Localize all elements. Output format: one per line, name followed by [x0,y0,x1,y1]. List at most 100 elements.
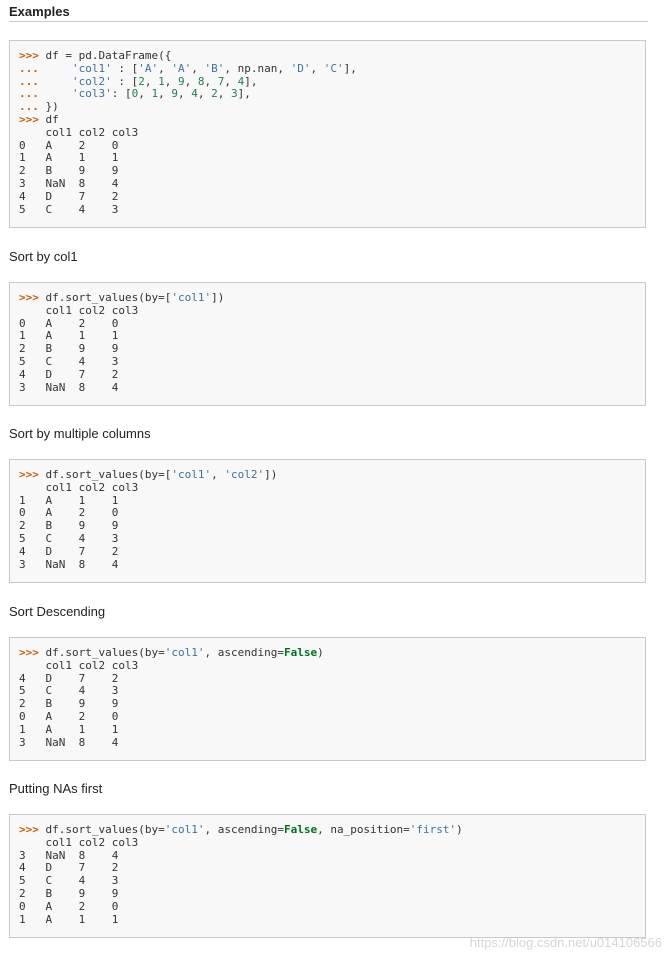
code-token-str: 'D' [290,61,311,75]
code-token-prompt: ... [19,100,39,114]
code-token: col1 col2 col3 [19,480,139,494]
code-line: 1 A 1 1 [19,912,645,927]
code-token: 1 A 1 1 [19,151,119,165]
code-line: 5 C 4 3 [19,202,645,217]
code-token: ) [456,823,463,836]
code-token: df.sort_values(by= [38,646,165,659]
section-heading: Examples [9,4,70,19]
code-token-prompt: >>> [19,468,39,481]
code-token: 0 A 2 0 [19,506,119,520]
code-token: 4 D 7 2 [19,189,119,203]
description-nas-first: Putting NAs first [9,781,103,796]
code-token: , [138,87,152,101]
code-token: }) [38,100,59,114]
code-token-num: 8 [197,74,205,88]
code-block-create-dataframe[interactable]: >>> df = pd.DataFrame({... 'col1' : ['A'… [9,40,646,228]
code-token-prompt: ... [19,61,39,75]
code-token: ], [237,87,251,101]
code-text[interactable]: >>> df.sort_values(by='col1', ascending=… [10,638,645,749]
code-token: , [217,87,231,101]
code-token: 1 A 1 1 [19,722,119,736]
code-token-str: 'B' [204,61,225,75]
code-token: 5 C 4 3 [19,202,119,216]
code-token-str: 'col1' [171,468,212,481]
code-token-str: 'A' [171,61,192,75]
code-block-sort-descending[interactable]: >>> df.sort_values(by='col1', ascending=… [9,637,646,761]
code-text[interactable]: >>> df = pd.DataFrame({... 'col1' : ['A'… [10,41,645,216]
code-token-prompt: >>> [19,823,39,836]
code-token: col1 col2 col3 [19,125,139,139]
code-token-prompt: >>> [19,112,39,126]
code-token-kw: False [283,823,318,836]
code-token: 3 NaN 8 4 [19,380,119,394]
code-token: ], [244,74,258,88]
code-token: , [158,61,172,75]
code-token: 4 D 7 2 [19,861,119,875]
code-token: , [144,74,159,88]
code-token: 5 C 4 3 [19,874,119,888]
code-token: : [ [111,74,139,88]
code-token: : [ [111,87,132,101]
code-token: df.sort_values(by=[ [38,291,172,304]
code-token: 3 NaN 8 4 [19,176,119,190]
code-token: 2 B 9 9 [19,519,119,533]
code-token-num: 3 [231,87,238,101]
code-token: 0 A 2 0 [19,138,119,152]
code-token: 2 B 9 9 [19,164,119,178]
code-token: 5 C 4 3 [19,354,119,368]
code-token-num: 2 [138,74,145,88]
code-token-str: 'first' [409,823,457,836]
code-token: col1 col2 col3 [19,835,139,849]
code-token: , [197,87,212,101]
code-token-str: 'col2' [72,74,112,88]
code-token: 0 A 2 0 [19,899,119,913]
code-token: ]) [211,291,225,304]
code-token: 4 D 7 2 [19,367,119,381]
code-token-num: 2 [211,87,218,101]
code-token-str: 'col1' [171,291,212,304]
code-block-nas-first[interactable]: >>> df.sort_values(by='col1', ascending=… [9,814,646,938]
code-token-num: 9 [171,87,178,101]
code-token-prompt: >>> [19,291,39,304]
code-text[interactable]: >>> df.sort_values(by=['col1']) col1 col… [10,283,645,394]
code-token: , [184,74,198,88]
code-token: , [224,74,238,88]
code-token: 0 A 2 0 [19,316,119,330]
code-token: 2 B 9 9 [19,886,119,900]
code-token: ]) [264,468,278,481]
code-token: , ascending= [204,646,284,659]
code-token: , np.nan, [224,61,291,75]
code-line: ... 'col3': [0, 1, 9, 4, 2, 3], [19,87,645,101]
code-token: col1 col2 col3 [19,658,139,672]
code-token: 3 NaN 8 4 [19,735,119,749]
code-token-str: 'col1' [72,61,112,75]
description-sort-multiple-columns: Sort by multiple columns [9,426,151,441]
code-token: 3 NaN 8 4 [19,848,119,862]
code-token: : [ [111,61,139,75]
code-token: 5 C 4 3 [19,684,119,698]
code-token-prompt: >>> [19,49,39,62]
code-token-kw: False [283,646,318,659]
code-block-sort-by-col1[interactable]: >>> df.sort_values(by=['col1']) col1 col… [9,282,646,406]
code-token: , [310,61,324,75]
code-block-sort-multiple-columns[interactable]: >>> df.sort_values(by=['col1', 'col2']) … [9,459,646,583]
code-text[interactable]: >>> df.sort_values(by=['col1', 'col2']) … [10,460,645,571]
code-token-str: 'col3' [72,87,112,101]
code-token-str: 'col1' [164,823,205,836]
code-token: , [178,87,192,101]
code-token: ) [317,646,324,659]
watermark: https://blog.csdn.net/u014106566 [469,935,662,950]
code-token: 2 B 9 9 [19,697,119,711]
code-token: 1 A 1 1 [19,493,119,507]
code-token: , [204,74,218,88]
code-token-prompt: >>> [19,646,39,659]
code-text[interactable]: >>> df.sort_values(by='col1', ascending=… [10,815,645,926]
code-line: 3 NaN 8 4 [19,735,645,750]
code-token: 1 A 1 1 [19,912,119,926]
code-token: 5 C 4 3 [19,531,119,545]
code-token: 4 D 7 2 [19,671,119,685]
code-token: 3 NaN 8 4 [19,557,119,571]
